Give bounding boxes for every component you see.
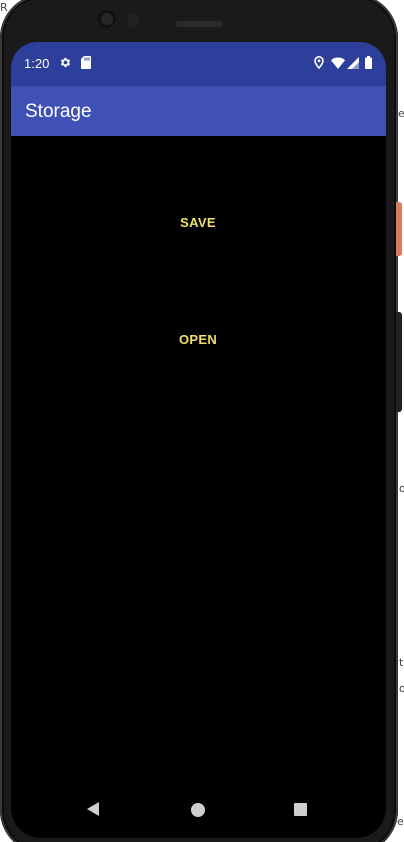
screenshot-stage: R e o t o e 1:20 Storage SAVE OPEN xyxy=(0,0,404,842)
save-button[interactable]: SAVE xyxy=(148,205,248,241)
power-button[interactable] xyxy=(396,202,402,256)
earpiece-speaker xyxy=(176,21,222,27)
status-time: 1:20 xyxy=(24,56,50,71)
location-icon xyxy=(314,56,324,74)
page-title: Storage xyxy=(25,101,92,122)
status-bar: 1:20 xyxy=(11,42,386,86)
sd-card-icon xyxy=(81,56,91,74)
device-screen: 1:20 Storage SAVE OPEN xyxy=(11,42,386,838)
background-text-fragment: e xyxy=(398,107,404,120)
signal-icon xyxy=(347,56,359,74)
proximity-sensor xyxy=(128,14,138,28)
recents-icon[interactable] xyxy=(294,803,307,816)
wifi-icon xyxy=(331,56,345,74)
background-text-fragment: e xyxy=(397,815,404,828)
system-navigation-bar xyxy=(11,782,386,838)
open-button[interactable]: OPEN xyxy=(148,322,248,358)
background-text-fragment: t xyxy=(399,656,404,669)
back-icon[interactable] xyxy=(87,802,99,816)
volume-button[interactable] xyxy=(396,312,402,412)
front-camera-icon xyxy=(98,10,116,28)
home-icon[interactable] xyxy=(191,803,205,817)
background-text-fragment: R xyxy=(0,1,8,14)
battery-icon xyxy=(365,56,372,74)
background-text-fragment: o xyxy=(399,482,404,495)
settings-icon xyxy=(59,56,72,74)
background-text-fragment: o xyxy=(399,682,404,695)
app-toolbar: Storage xyxy=(11,86,386,136)
